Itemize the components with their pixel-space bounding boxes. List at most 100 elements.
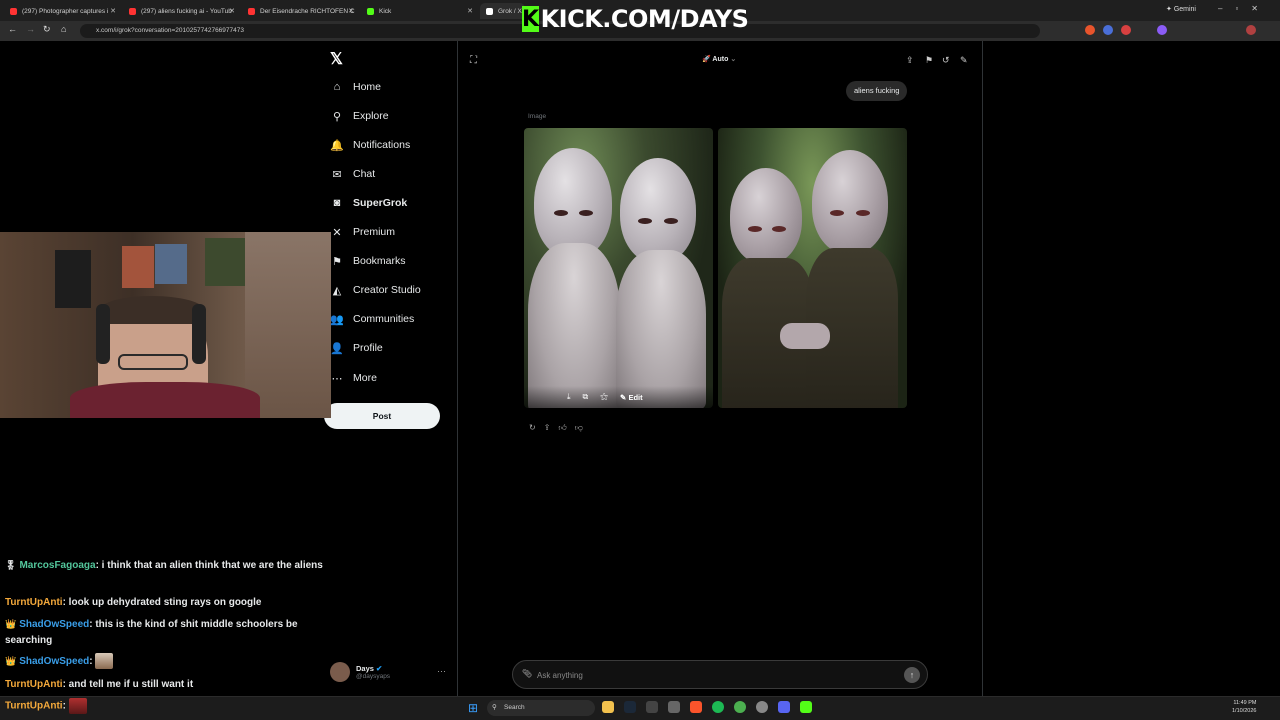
chat-username[interactable]: MarcosFagoaga <box>19 560 95 571</box>
sidebar-item-label: Notifications <box>353 139 411 151</box>
chat-text: : <box>89 656 93 667</box>
sidebar-item-communities[interactable]: 👥 Communities <box>330 308 414 330</box>
chat-message: TurntUpAnti: <box>5 698 87 715</box>
x-logo[interactable]: 𝕏 <box>330 49 343 69</box>
avatar[interactable] <box>1246 25 1256 35</box>
browser-tab-4[interactable]: Kick ✕ <box>361 3 477 19</box>
sidebar-item-chat[interactable]: ✉ Chat <box>330 163 375 185</box>
sidebar-item-more[interactable]: ⋯ More <box>330 367 377 389</box>
thumbs-up-icon[interactable]: 👍︎ <box>558 423 566 433</box>
back-icon[interactable]: ← <box>8 24 17 34</box>
chat-message: TurntUpAnti: and tell me if u still want… <box>5 677 327 693</box>
ask-input[interactable] <box>537 668 897 682</box>
chrome-icon[interactable] <box>734 701 746 713</box>
taskbar-search[interactable]: ⚲ Search <box>487 700 595 716</box>
download-icon[interactable]: ⤓ <box>567 392 571 402</box>
windows-start-icon[interactable]: ⊞ <box>468 701 478 715</box>
mail-icon: ✉ <box>332 168 342 181</box>
x-icon: ✕ <box>332 226 342 239</box>
steam-icon[interactable] <box>624 701 636 713</box>
app-icon[interactable] <box>800 701 812 713</box>
chevron-down-icon: ⌄ <box>730 56 737 63</box>
model-selector[interactable]: 🚀 Auto ⌄ <box>702 55 736 63</box>
extension-icon[interactable] <box>1085 25 1095 35</box>
x-icon <box>486 7 493 15</box>
send-button[interactable]: ↑ <box>904 667 920 683</box>
gemini-label: Gemini <box>1173 6 1196 13</box>
tab-label: Der Eisendrache RICHTOFEN C <box>260 7 355 15</box>
user-message: aliens fucking <box>846 81 908 101</box>
sidebar-item-premium[interactable]: ✕ Premium <box>330 221 395 243</box>
chat-username[interactable]: TurntUpAnti <box>5 597 63 608</box>
sidebar-item-explore[interactable]: ⚲ Explore <box>330 105 389 127</box>
search-label: Search <box>504 704 525 711</box>
account-switcher[interactable]: Days ✔ @daysyaps <box>330 662 390 682</box>
browser-tab-5[interactable]: Grok / X <box>480 3 525 19</box>
browser-tab-3[interactable]: Der Eisendrache RICHTOFEN C ✕ <box>242 3 358 19</box>
bell-icon: 🔔 <box>330 139 344 152</box>
share-icon[interactable]: ⇪ <box>906 55 914 66</box>
copy-icon[interactable]: ⧉ <box>583 392 589 402</box>
browser-tab-1[interactable]: (297) Photographer captures i ✕ <box>4 3 120 19</box>
clock-date: 1/10/2026 <box>1232 708 1257 714</box>
app-icon[interactable] <box>646 701 658 713</box>
regenerate-icon[interactable]: ↻ <box>529 423 536 433</box>
taskbar <box>0 696 1280 720</box>
stream-banner: K KICK.COM/DAYS <box>522 4 749 34</box>
reload-icon[interactable]: ↻ <box>43 24 51 35</box>
chat-username[interactable]: TurntUpAnti <box>5 701 63 712</box>
chat-username[interactable]: ShadOwSpeed <box>19 619 89 630</box>
share-icon[interactable]: ⇪ <box>544 423 551 433</box>
sidebar-item-label: Chat <box>353 168 376 180</box>
close-icon[interactable]: ✕ <box>348 7 354 15</box>
grok-icon: ◙ <box>333 197 341 209</box>
settings-icon[interactable] <box>668 701 680 713</box>
more-icon[interactable]: ··· <box>437 666 446 676</box>
kick-icon <box>367 7 374 15</box>
app-icon[interactable] <box>756 701 768 713</box>
sidebar-item-supergrok[interactable]: ◙ SuperGrok <box>330 192 408 214</box>
close-icon[interactable]: ✕ <box>229 7 235 15</box>
close-icon[interactable]: ✕ <box>467 7 473 15</box>
sidebar-item-label: Bookmarks <box>353 255 406 267</box>
sidebar-item-notifications[interactable]: 🔔 Notifications <box>330 134 410 156</box>
extension-icon[interactable] <box>1103 25 1113 35</box>
thumbs-down-icon[interactable]: 👎︎ <box>575 423 583 433</box>
extension-icon[interactable] <box>1121 25 1131 35</box>
generated-image[interactable] <box>718 128 907 408</box>
extension-icon[interactable] <box>1157 25 1167 35</box>
window-controls[interactable]: –▫✕ <box>1218 4 1271 13</box>
spotify-icon[interactable] <box>712 701 724 713</box>
history-icon[interactable]: ↺ <box>942 55 950 66</box>
magic-wand-icon[interactable]: ⚝ <box>600 392 608 402</box>
system-clock[interactable]: 11:49 PM 1/10/2026 <box>1232 699 1256 715</box>
sidebar-item-bookmarks[interactable]: ⚑ Bookmarks <box>330 250 406 272</box>
attach-icon[interactable]: 📎︎ <box>522 669 532 678</box>
sidebar-item-home[interactable]: ⌂ Home <box>330 76 381 98</box>
profile-name: Days <box>356 664 374 673</box>
forward-icon[interactable]: → <box>26 24 35 34</box>
post-button[interactable]: Post <box>324 403 440 429</box>
bookmark-icon[interactable]: ⚑ <box>925 55 933 66</box>
close-icon[interactable]: ✕ <box>110 7 116 15</box>
crown-icon: 👑 <box>5 656 17 666</box>
home-icon[interactable]: ⌂ <box>61 24 66 34</box>
discord-icon[interactable] <box>778 701 790 713</box>
sidebar-item-profile[interactable]: 👤 Profile <box>330 337 383 359</box>
browser-tab-2[interactable]: (297) aliens fucking ai - YouTub ✕ <box>123 3 239 19</box>
generated-image[interactable] <box>524 128 713 408</box>
gemini-button[interactable]: ✦ Gemini <box>1166 5 1196 13</box>
pencil-icon: ✎ <box>620 392 627 402</box>
divider <box>982 41 983 696</box>
bookmark-icon: ⚑ <box>332 255 342 268</box>
sidebar-item-label: Premium <box>353 226 396 238</box>
new-chat-icon[interactable]: ✎ <box>960 55 968 66</box>
search-icon: ⚲ <box>332 110 342 123</box>
chat-username[interactable]: TurntUpAnti <box>5 679 63 690</box>
chat-username[interactable]: ShadOwSpeed <box>19 656 89 667</box>
expand-icon[interactable]: ⛶ <box>470 55 477 66</box>
sidebar-item-creator-studio[interactable]: ◭ Creator Studio <box>330 279 421 301</box>
edit-button[interactable]: ✎ Edit <box>620 393 643 402</box>
brave-icon[interactable] <box>690 701 702 713</box>
file-explorer-icon[interactable] <box>602 701 614 713</box>
